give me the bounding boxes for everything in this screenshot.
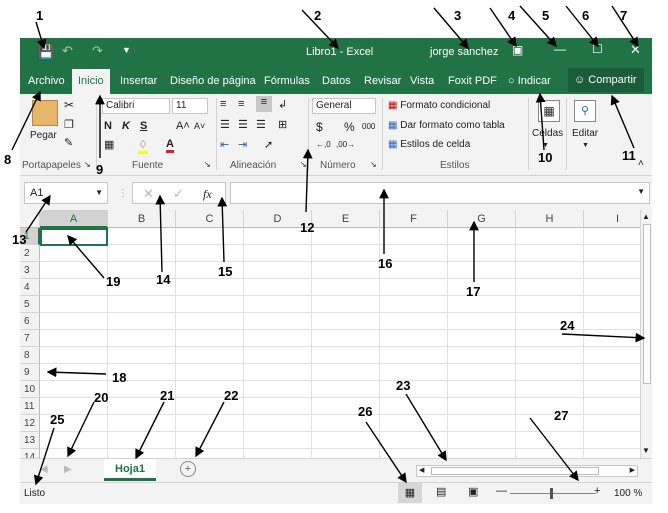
marker-17: 17 — [466, 284, 481, 299]
arrow-1 — [35, 21, 47, 50]
marker-21: 21 — [160, 388, 175, 403]
arrow-19 — [67, 234, 105, 279]
marker-13: 13 — [12, 232, 27, 247]
arrow-20 — [67, 401, 95, 458]
marker-23: 23 — [396, 378, 411, 393]
marker-6: 6 — [582, 8, 590, 23]
marker-20: 20 — [94, 390, 109, 405]
marker-4: 4 — [508, 8, 516, 23]
marker-18: 18 — [112, 370, 127, 385]
arrow-26 — [365, 421, 407, 484]
arrow-27 — [529, 417, 579, 482]
arrow-23 — [405, 393, 447, 462]
marker-2: 2 — [314, 8, 322, 23]
arrow-10 — [535, 92, 546, 151]
marker-5: 5 — [542, 8, 550, 23]
arrow-18 — [46, 367, 107, 378]
marker-12: 12 — [300, 220, 315, 235]
arrow-11 — [610, 94, 635, 149]
marker-9: 9 — [96, 162, 104, 177]
marker-25: 25 — [50, 412, 65, 427]
arrow-21 — [135, 401, 165, 460]
marker-19: 19 — [106, 274, 121, 289]
marker-27: 27 — [554, 408, 569, 423]
arrow-3 — [433, 7, 469, 50]
marker-3: 3 — [454, 8, 462, 23]
marker-16: 16 — [378, 256, 393, 271]
marker-26: 26 — [358, 404, 373, 419]
arrow-22 — [195, 401, 225, 458]
arrow-8 — [11, 90, 41, 151]
marker-14: 14 — [156, 272, 171, 287]
arrow-25 — [33, 427, 55, 486]
marker-10: 10 — [538, 150, 553, 165]
annotation-arrows — [11, 5, 646, 486]
marker-11: 11 — [622, 148, 636, 163]
arrow-24 — [561, 332, 646, 343]
marker-1: 1 — [36, 8, 44, 23]
arrow-15 — [217, 196, 228, 263]
marker-15: 15 — [218, 264, 233, 279]
marker-24: 24 — [560, 318, 575, 333]
arrow-12 — [302, 148, 313, 213]
marker-7: 7 — [620, 8, 628, 23]
marker-22: 22 — [224, 388, 239, 403]
arrow-5 — [519, 5, 557, 48]
arrow-14 — [155, 194, 166, 273]
marker-8: 8 — [4, 152, 12, 167]
arrow-13 — [25, 194, 51, 233]
